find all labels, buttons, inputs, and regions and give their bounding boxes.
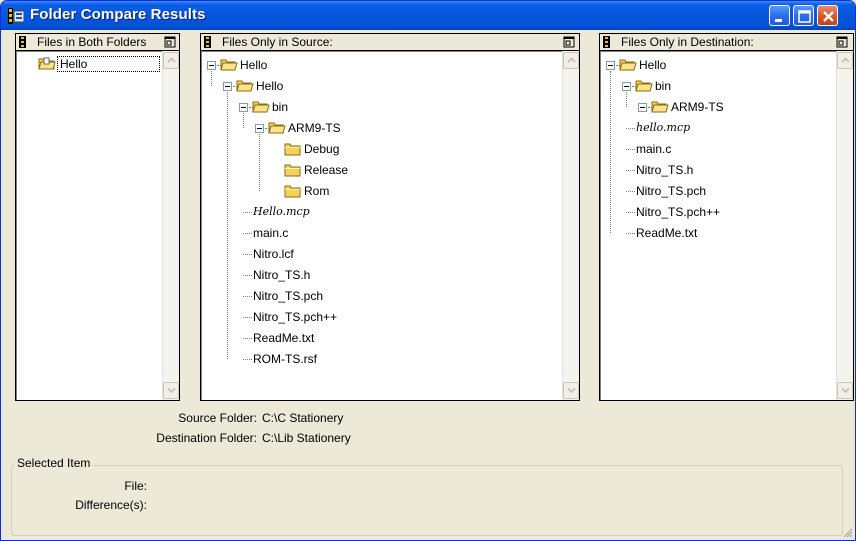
- tree-folder-label[interactable]: Rom: [304, 184, 329, 198]
- differences-label: Difference(s):: [75, 498, 147, 512]
- tree-expander-icon[interactable]: [207, 61, 216, 70]
- tree-file-label[interactable]: Nitro_TS.h: [253, 268, 310, 282]
- arrow-down-icon: [567, 387, 576, 394]
- both-pane-header: Files in Both Folders: [15, 33, 180, 50]
- tree-file-label[interactable]: ReadMe.txt: [253, 331, 314, 345]
- tree-folder-label[interactable]: bin: [655, 79, 671, 93]
- grip-icon: [19, 36, 26, 48]
- pane-maximize-icon[interactable]: [563, 36, 575, 48]
- resize-grip-icon[interactable]: [841, 526, 853, 538]
- grip-icon: [603, 36, 610, 48]
- maximize-icon: [798, 10, 811, 23]
- folder-open-icon: [635, 79, 653, 93]
- file-label: File:: [124, 479, 147, 493]
- close-icon: [823, 11, 834, 22]
- source-folder-value: C:\C Stationery: [262, 411, 344, 425]
- arrow-up-icon: [167, 57, 176, 63]
- tree-expander-icon[interactable]: [239, 103, 248, 112]
- title-bar[interactable]: Folder Compare Results: [1, 1, 855, 30]
- tree-file-label[interactable]: Nitro.lcf: [253, 247, 294, 261]
- scroll-up-button[interactable]: [563, 52, 579, 69]
- scroll-up-button[interactable]: [837, 52, 853, 69]
- tree-file-label[interactable]: Nitro_TS.pch: [636, 184, 706, 198]
- both-pane-title: Files in Both Folders: [37, 35, 147, 49]
- maximize-button[interactable]: [793, 5, 814, 26]
- source-pane-title: Files Only in Source:: [222, 35, 333, 49]
- folder-icon: [38, 56, 56, 70]
- tree-folder-label[interactable]: ARM9-TS: [671, 100, 724, 114]
- vertical-scrollbar[interactable]: [562, 51, 579, 400]
- scroll-down-button[interactable]: [163, 382, 179, 399]
- folder-open-icon: [651, 100, 669, 114]
- folder-open-icon: [252, 100, 270, 114]
- tree-expander-icon[interactable]: [622, 82, 631, 91]
- scroll-down-button[interactable]: [837, 382, 853, 399]
- pane-maximize-icon[interactable]: [164, 36, 176, 48]
- tree-folder-label[interactable]: Debug: [304, 142, 339, 156]
- grip-icon: [204, 36, 211, 48]
- close-button[interactable]: [817, 5, 838, 26]
- source-folder-label: Source Folder:: [178, 411, 257, 425]
- tree-file-label[interactable]: ROM-TS.rsf: [253, 352, 317, 366]
- tree-file-label[interactable]: Nitro_TS.pch++: [253, 310, 337, 324]
- tree-file-label[interactable]: ReadMe.txt: [636, 226, 697, 240]
- folder-icon: [284, 142, 302, 156]
- arrow-down-icon: [841, 387, 850, 394]
- source-files-pane[interactable]: Hello Hello bin ARM9-TS Debug Release Rom Hello…: [200, 50, 580, 401]
- folder-icon: [284, 184, 302, 198]
- tree-file-label[interactable]: Nitro_TS.pch: [253, 289, 323, 303]
- arrow-up-icon: [841, 57, 850, 63]
- window-title: Folder Compare Results: [30, 6, 206, 23]
- tree-folder-label[interactable]: ARM9-TS: [288, 121, 341, 135]
- destination-pane-header: Files Only in Destination:: [599, 33, 854, 50]
- tree-file-label[interactable]: main.c: [253, 226, 288, 240]
- selected-item-legend: Selected Item: [15, 456, 93, 470]
- tree-folder-label[interactable]: Release: [304, 163, 348, 177]
- tree-file-label[interactable]: Nitro_TS.h: [636, 163, 693, 177]
- pane-maximize-icon[interactable]: [836, 36, 848, 48]
- tree-file-label[interactable]: main.c: [636, 142, 671, 156]
- folder-compare-window: Folder Compare Results Files in Both Fol…: [0, 0, 856, 541]
- folder-open-icon: [268, 121, 286, 135]
- destination-folder-value: C:\Lib Stationery: [262, 431, 351, 445]
- vertical-scrollbar[interactable]: [836, 51, 853, 400]
- tree-expander-icon[interactable]: [223, 82, 232, 91]
- destination-folder-label: Destination Folder:: [156, 431, 257, 445]
- tree-expander-icon[interactable]: [638, 103, 647, 112]
- folder-compare-icon: [8, 8, 25, 24]
- tree-folder-label[interactable]: bin: [272, 100, 288, 114]
- destination-files-pane[interactable]: Hello bin ARM9-TS hello.mcp main.c Nitro_TS.h…: [599, 50, 854, 401]
- tree-folder-label[interactable]: Hello: [240, 58, 267, 72]
- scroll-up-button[interactable]: [163, 52, 179, 69]
- tree-file-label[interactable]: Hello.mcp: [253, 205, 310, 219]
- tree-file-label[interactable]: Nitro_TS.pch++: [636, 205, 720, 219]
- tree-folder-label[interactable]: Hello: [639, 58, 666, 72]
- arrow-up-icon: [567, 57, 576, 63]
- tree-item-selected[interactable]: Hello: [57, 56, 160, 72]
- folder-open-icon: [619, 58, 637, 72]
- minimize-icon: [775, 19, 782, 22]
- arrow-down-icon: [167, 387, 176, 394]
- both-files-pane[interactable]: Hello: [15, 50, 180, 401]
- minimize-button[interactable]: [769, 5, 790, 26]
- folder-icon: [284, 163, 302, 177]
- destination-pane-title: Files Only in Destination:: [621, 35, 754, 49]
- tree-expander-icon[interactable]: [255, 124, 264, 133]
- tree-file-label[interactable]: hello.mcp: [636, 121, 690, 135]
- scroll-down-button[interactable]: [563, 382, 579, 399]
- source-pane-header: Files Only in Source:: [200, 33, 580, 50]
- tree-expander-icon[interactable]: [606, 61, 615, 70]
- tree-folder-label[interactable]: Hello: [256, 79, 283, 93]
- folder-open-icon: [220, 58, 238, 72]
- vertical-scrollbar[interactable]: [162, 51, 179, 400]
- folder-open-icon: [236, 79, 254, 93]
